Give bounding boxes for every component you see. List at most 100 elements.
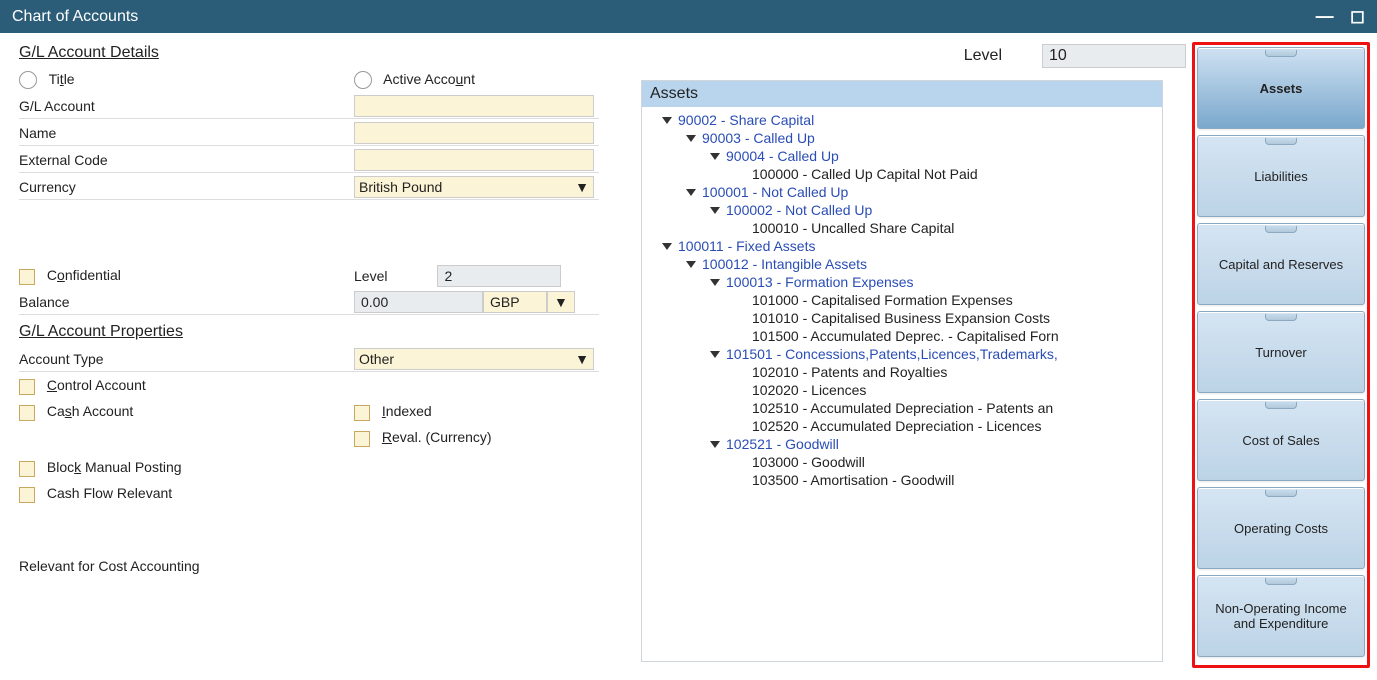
tree-item[interactable]: 100011 - Fixed Assets [642, 237, 1162, 255]
drawer-liabilities[interactable]: Liabilities [1197, 135, 1365, 217]
tree-item-label[interactable]: 102520 - Accumulated Depreciation - Lice… [752, 418, 1042, 434]
tree-item[interactable]: 101501 - Concessions,Patents,Licences,Tr… [642, 345, 1162, 363]
tree-item[interactable]: 100010 - Uncalled Share Capital [642, 219, 1162, 237]
gl-account-label: G/L Account [19, 98, 354, 114]
gl-properties-heading: G/L Account Properties [19, 323, 641, 341]
tree-item[interactable]: 90002 - Share Capital [642, 111, 1162, 129]
tree-item[interactable]: 103000 - Goodwill [642, 453, 1162, 471]
title-bar: Chart of Accounts — ◻ [0, 0, 1377, 33]
tree-item[interactable]: 101010 - Capitalised Business Expansion … [642, 309, 1162, 327]
balance-dropdown-button[interactable]: ▼ [547, 291, 575, 313]
tree-item-label[interactable]: 90004 - Called Up [726, 148, 839, 164]
gl-details-heading: G/L Account Details [19, 44, 641, 62]
external-code-input[interactable] [354, 149, 594, 171]
tree-item[interactable]: 102521 - Goodwill [642, 435, 1162, 453]
tree-item-label[interactable]: 100013 - Formation Expenses [726, 274, 914, 290]
tree-item[interactable]: 100002 - Not Called Up [642, 201, 1162, 219]
tree-item[interactable]: 90004 - Called Up [642, 147, 1162, 165]
tree-item-label[interactable]: 100002 - Not Called Up [726, 202, 872, 218]
tree-item-label[interactable]: 100000 - Called Up Capital Not Paid [752, 166, 978, 182]
name-input[interactable] [354, 122, 594, 144]
drawer-non-operating-income-and-expenditure[interactable]: Non-Operating Income and Expenditure [1197, 575, 1365, 657]
tree-item[interactable]: 100013 - Formation Expenses [642, 273, 1162, 291]
confidential-label: Confidential [47, 267, 121, 283]
tree-toggle-icon[interactable] [662, 117, 672, 124]
confidential-checkbox[interactable] [19, 269, 35, 285]
cash-flow-checkbox[interactable] [19, 487, 35, 503]
tree-toggle-icon[interactable] [710, 207, 720, 214]
tree-item-label[interactable]: 100010 - Uncalled Share Capital [752, 220, 954, 236]
tree-item-label[interactable]: 101500 - Accumulated Deprec. - Capitalis… [752, 328, 1059, 344]
radio-active-label: Active Account [383, 71, 475, 87]
tree-toggle-icon[interactable] [686, 261, 696, 268]
account-type-select[interactable]: Other▼ [354, 348, 594, 370]
radio-active-account[interactable] [354, 71, 372, 89]
top-level-label: Level [964, 47, 1002, 65]
middle-panel: Level 10 Assets 90002 - Share Capital 900… [641, 34, 1186, 672]
tree-toggle-icon[interactable] [710, 279, 720, 286]
tree-toggle-icon[interactable] [686, 135, 696, 142]
tree-item-label[interactable]: 101501 - Concessions,Patents,Licences,Tr… [726, 346, 1058, 362]
tree-item[interactable]: 102520 - Accumulated Depreciation - Lice… [642, 417, 1162, 435]
tree-toggle-icon[interactable] [710, 441, 720, 448]
indexed-label: Indexed [382, 403, 432, 419]
tree-item[interactable]: 100012 - Intangible Assets [642, 255, 1162, 273]
tree-toggle-icon[interactable] [710, 351, 720, 358]
reval-label: Reval. (Currency) [382, 429, 492, 445]
tree-item-label[interactable]: 100011 - Fixed Assets [678, 238, 815, 254]
account-type-label: Account Type [19, 351, 354, 367]
minimize-icon[interactable]: — [1316, 6, 1334, 27]
tree-item[interactable]: 100000 - Called Up Capital Not Paid [642, 165, 1162, 183]
account-tree: Assets 90002 - Share Capital 90003 - Call… [641, 80, 1163, 662]
tree-item-label[interactable]: 103500 - Amortisation - Goodwill [752, 472, 954, 488]
tree-toggle-icon[interactable] [662, 243, 672, 250]
tree-item[interactable]: 100001 - Not Called Up [642, 183, 1162, 201]
cash-account-label: Cash Account [47, 403, 133, 419]
tree-item[interactable]: 102510 - Accumulated Depreciation - Pate… [642, 399, 1162, 417]
maximize-icon[interactable]: ◻ [1350, 6, 1365, 27]
top-level-value[interactable]: 10 [1042, 44, 1186, 68]
tree-item[interactable]: 103500 - Amortisation - Goodwill [642, 471, 1162, 489]
balance-label: Balance [19, 294, 354, 310]
drawer-turnover[interactable]: Turnover [1197, 311, 1365, 393]
balance-currency[interactable]: GBP [483, 291, 547, 313]
tree-item-label[interactable]: 102020 - Licences [752, 382, 866, 398]
tree-item-label[interactable]: 101000 - Capitalised Formation Expenses [752, 292, 1013, 308]
tree-item-label[interactable]: 103000 - Goodwill [752, 454, 865, 470]
tree-item[interactable]: 102020 - Licences [642, 381, 1162, 399]
control-account-checkbox[interactable] [19, 379, 35, 395]
control-account-label: Control Account [47, 377, 146, 393]
tree-header[interactable]: Assets [642, 81, 1162, 107]
name-label: Name [19, 125, 354, 141]
radio-title-label: Title [49, 71, 75, 87]
tree-item[interactable]: 90003 - Called Up [642, 129, 1162, 147]
chevron-down-icon: ▼ [575, 351, 589, 367]
tree-item-label[interactable]: 102010 - Patents and Royalties [752, 364, 947, 380]
tree-item-label[interactable]: 101010 - Capitalised Business Expansion … [752, 310, 1050, 326]
gl-account-input[interactable] [354, 95, 594, 117]
tree-item-label[interactable]: 100012 - Intangible Assets [702, 256, 867, 272]
tree-item-label[interactable]: 102521 - Goodwill [726, 436, 839, 452]
tree-item-label[interactable]: 90003 - Called Up [702, 130, 815, 146]
level-label-left: Level [354, 268, 387, 284]
reval-checkbox[interactable] [354, 431, 370, 447]
tree-item[interactable]: 101500 - Accumulated Deprec. - Capitalis… [642, 327, 1162, 345]
tree-item-label[interactable]: 102510 - Accumulated Depreciation - Pate… [752, 400, 1053, 416]
block-manual-checkbox[interactable] [19, 461, 35, 477]
cash-account-checkbox[interactable] [19, 405, 35, 421]
drawer-cost-of-sales[interactable]: Cost of Sales [1197, 399, 1365, 481]
drawer-operating-costs[interactable]: Operating Costs [1197, 487, 1365, 569]
drawer-assets[interactable]: Assets [1197, 47, 1365, 129]
drawer-capital-and-reserves[interactable]: Capital and Reserves [1197, 223, 1365, 305]
tree-item[interactable]: 102010 - Patents and Royalties [642, 363, 1162, 381]
left-panel: G/L Account Details Title Active Account… [1, 34, 641, 672]
tree-item-label[interactable]: 100001 - Not Called Up [702, 184, 848, 200]
tree-item-label[interactable]: 90002 - Share Capital [678, 112, 814, 128]
tree-toggle-icon[interactable] [710, 153, 720, 160]
currency-select[interactable]: British Pound▼ [354, 176, 594, 198]
tree-item[interactable]: 101000 - Capitalised Formation Expenses [642, 291, 1162, 309]
indexed-checkbox[interactable] [354, 405, 370, 421]
tree-toggle-icon[interactable] [686, 189, 696, 196]
radio-title[interactable] [19, 71, 37, 89]
block-manual-label: Block Manual Posting [47, 459, 182, 475]
